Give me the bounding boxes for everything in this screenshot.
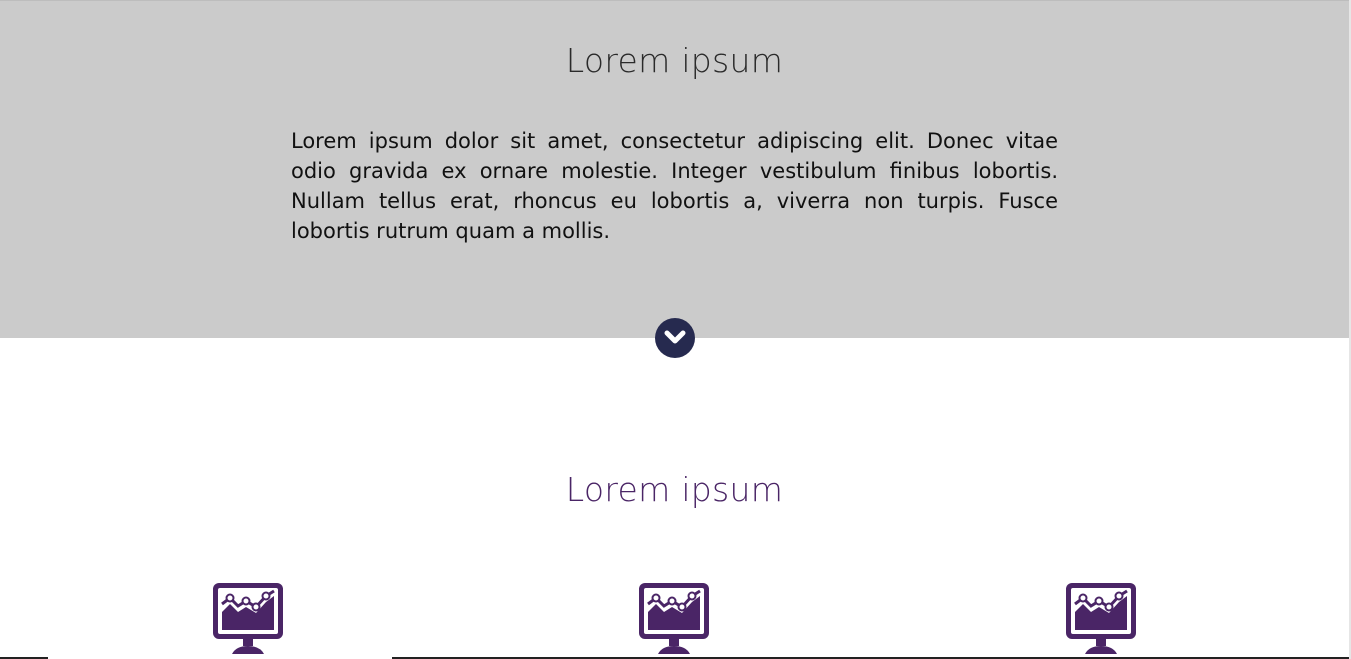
scroll-down-button[interactable] [655, 318, 695, 358]
monitor-chart-icon [213, 583, 283, 654]
chevron-down-icon [664, 330, 686, 344]
monitor-chart-icon [639, 583, 709, 654]
monitor-chart-icon [1066, 583, 1136, 654]
hero-section: Lorem ipsum Lorem ipsum dolor sit amet, … [0, 0, 1349, 338]
page: Lorem ipsum Lorem ipsum dolor sit amet, … [0, 0, 1351, 659]
hero-paragraph: Lorem ipsum dolor sit amet, consectetur … [291, 129, 1058, 243]
hero-title: Lorem ipsum [565, 41, 784, 80]
features-title: Lorem ipsum [565, 470, 784, 509]
